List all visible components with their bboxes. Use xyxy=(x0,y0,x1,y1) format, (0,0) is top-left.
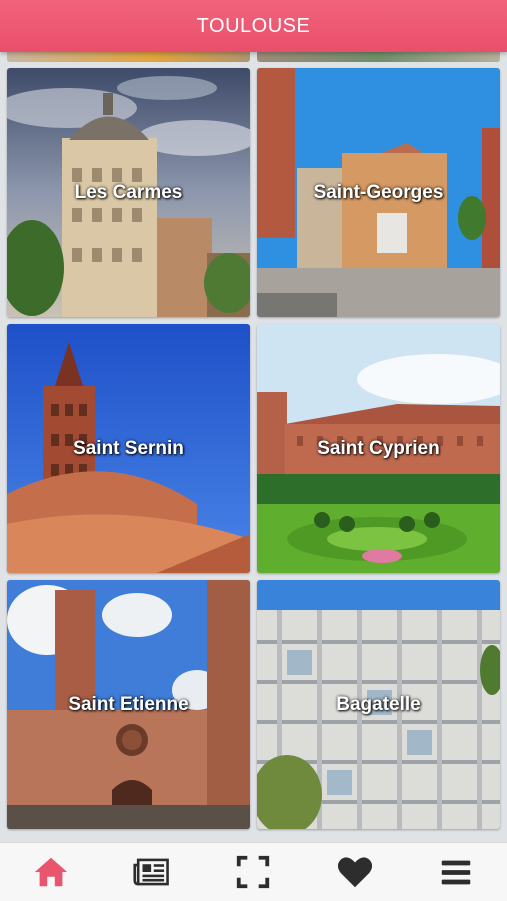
scan-icon xyxy=(237,855,270,889)
nav-news-button[interactable] xyxy=(122,847,182,897)
previous-tile-left[interactable] xyxy=(7,52,250,62)
tile-label: Les Carmes xyxy=(74,181,183,203)
tile-saint-georges[interactable]: Saint-Georges xyxy=(257,68,500,317)
home-icon xyxy=(34,857,67,887)
app-header: TOULOUSE xyxy=(0,0,507,52)
tile-label: Saint Etienne xyxy=(68,693,189,715)
menu-icon xyxy=(442,860,471,885)
bottom-navigation xyxy=(0,842,507,901)
nav-scan-button[interactable] xyxy=(223,847,283,897)
newspaper-icon xyxy=(133,858,169,886)
nav-favorites-button[interactable] xyxy=(325,847,385,897)
tile-label: Saint-Georges xyxy=(313,181,444,203)
neighborhood-grid: Les Carmes Saint-Georges Saint Sernin Sa… xyxy=(0,52,507,842)
tile-label: Saint Cyprien xyxy=(317,437,440,459)
tile-saint-etienne[interactable]: Saint Etienne xyxy=(7,580,250,829)
tile-les-carmes[interactable]: Les Carmes xyxy=(7,68,250,317)
tile-label: Bagatelle xyxy=(336,693,421,715)
tile-saint-cyprien[interactable]: Saint Cyprien xyxy=(257,324,500,573)
app-title: TOULOUSE xyxy=(196,14,311,37)
nav-home-button[interactable] xyxy=(21,847,81,897)
tile-bagatelle[interactable]: Bagatelle xyxy=(257,580,500,829)
heart-icon xyxy=(337,857,372,888)
tile-label: Saint Sernin xyxy=(73,437,184,459)
nav-menu-button[interactable] xyxy=(426,847,486,897)
previous-tile-right[interactable] xyxy=(257,52,500,62)
tile-saint-sernin[interactable]: Saint Sernin xyxy=(7,324,250,573)
